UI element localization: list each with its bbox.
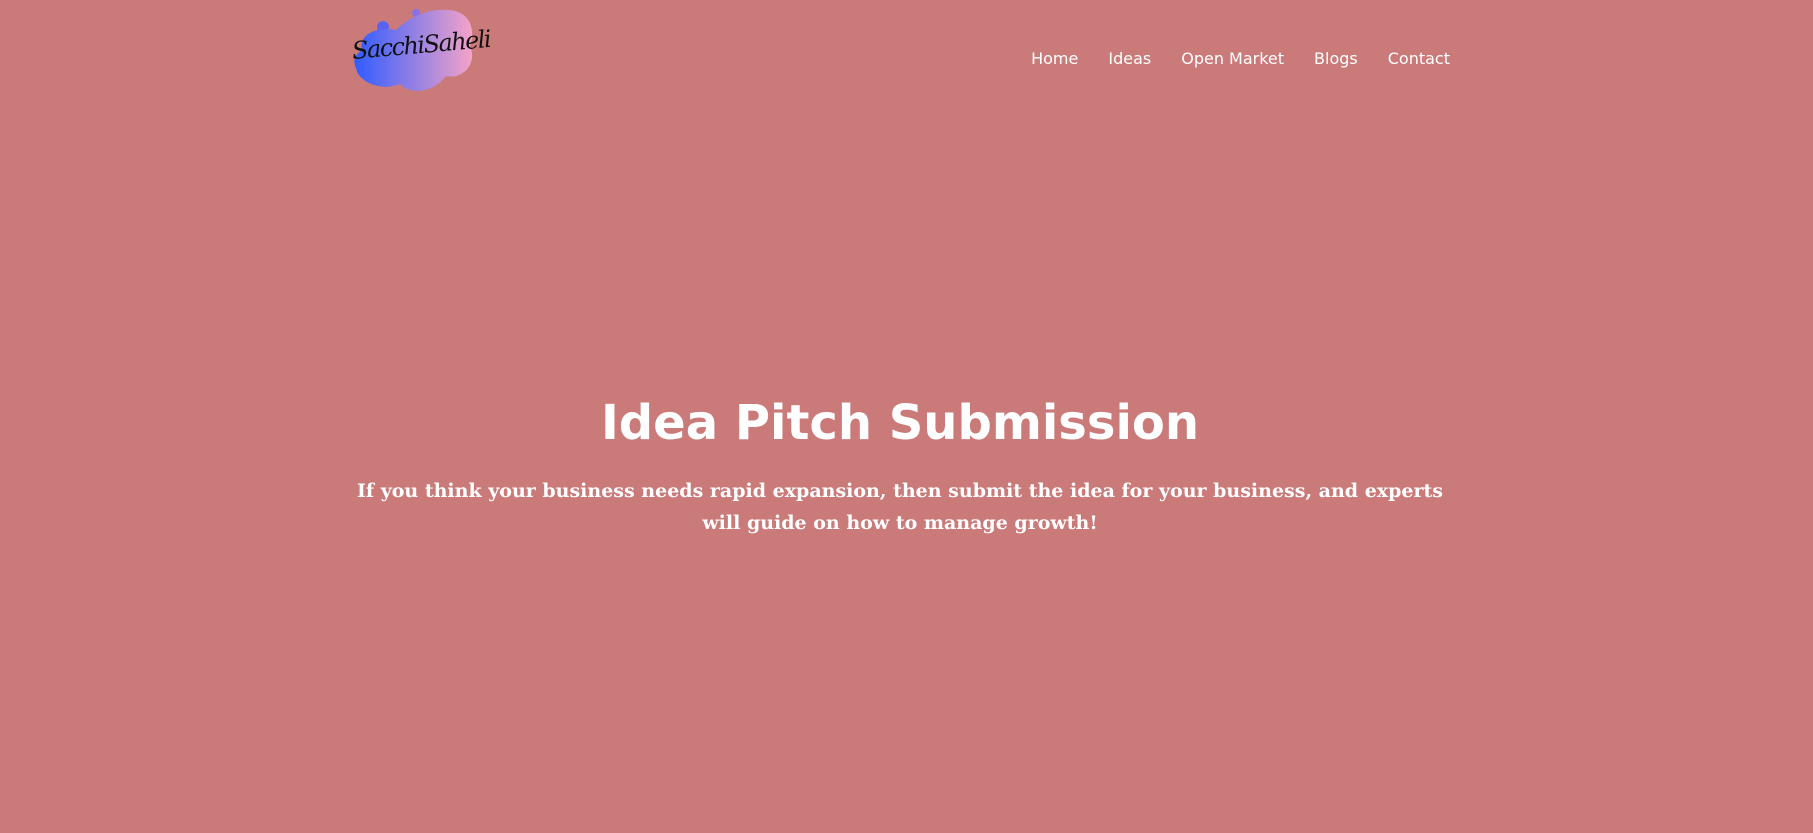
hero-section: Idea Pitch Submission If you think your …: [350, 393, 1450, 539]
main-nav: Home Ideas Open Market Blogs Contact: [1031, 46, 1450, 70]
site-header: SacchiSaheli Home Ideas Open Market Blog…: [350, 6, 1450, 96]
hero-subtitle: If you think your business needs rapid e…: [357, 480, 1443, 534]
nav-contact-link[interactable]: Contact: [1388, 49, 1450, 68]
nav-home-link[interactable]: Home: [1031, 49, 1078, 68]
nav-open-market-link[interactable]: Open Market: [1181, 49, 1284, 68]
nav-blogs-link[interactable]: Blogs: [1314, 49, 1358, 68]
logo[interactable]: SacchiSaheli: [350, 6, 491, 96]
page-title: Idea Pitch Submission: [600, 395, 1200, 451]
nav-ideas-link[interactable]: Ideas: [1108, 49, 1151, 68]
page: SacchiSaheli Home Ideas Open Market Blog…: [0, 0, 1813, 833]
